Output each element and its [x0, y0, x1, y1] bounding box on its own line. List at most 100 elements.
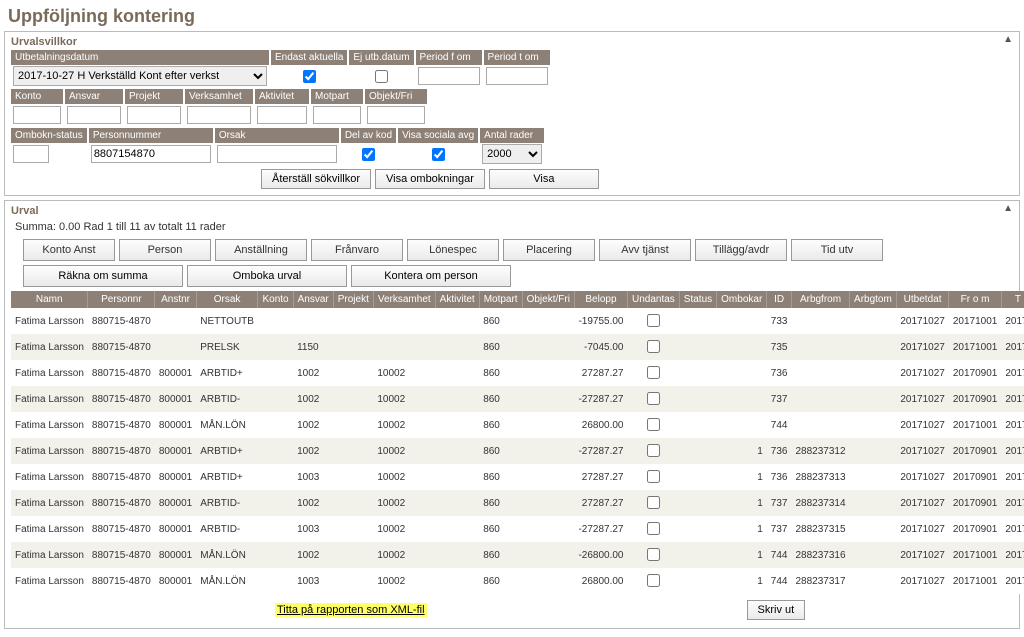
col-konto[interactable]: Konto — [258, 291, 293, 308]
undantas-checkbox[interactable] — [647, 418, 660, 431]
tab-fr-nvaro[interactable]: Frånvaro — [311, 239, 403, 261]
visa-button[interactable]: Visa — [489, 169, 599, 189]
ombokn-status-input[interactable] — [13, 145, 49, 163]
undantas-checkbox[interactable] — [647, 366, 660, 379]
label-motpart: Motpart — [311, 89, 363, 104]
ansvar-input[interactable] — [67, 106, 121, 124]
col-status[interactable]: Status — [679, 291, 716, 308]
col-namn[interactable]: Namn — [11, 291, 88, 308]
verksamhet-input[interactable] — [187, 106, 251, 124]
col-objekt-fri[interactable]: Objekt/Fri — [522, 291, 574, 308]
col-projekt[interactable]: Projekt — [333, 291, 373, 308]
period-f-om-input[interactable] — [418, 67, 480, 85]
tab-tid-utv[interactable]: Tid utv — [791, 239, 883, 261]
objekt-fri-input[interactable] — [367, 106, 425, 124]
label-del-av-kod: Del av kod — [341, 128, 396, 143]
del-av-kod-checkbox[interactable] — [362, 148, 375, 161]
summary-text: Summa: 0.00 Rad 1 till 11 av totalt 11 r… — [11, 219, 1013, 235]
rakna-om-button[interactable]: Räkna om summa — [23, 265, 183, 287]
undantas-checkbox[interactable] — [647, 314, 660, 327]
table-row[interactable]: Fatima Larsson880715-4870PRELSK1150860-7… — [11, 334, 1024, 360]
tab-avv-tj-nst[interactable]: Avv tjänst — [599, 239, 691, 261]
table-row[interactable]: Fatima Larsson880715-4870800001ARBTID-10… — [11, 386, 1024, 412]
ej-utb-datum-checkbox[interactable] — [375, 70, 388, 83]
aterstall-button[interactable]: Återställ sökvillkor — [261, 169, 371, 189]
urvalsvillkor-panel: ▲ Urvalsvillkor Utbetalningsdatum 2017-1… — [4, 31, 1020, 196]
collapse-icon[interactable]: ▲ — [1003, 203, 1013, 214]
table-row[interactable]: Fatima Larsson880715-4870800001MÅN.LÖN10… — [11, 412, 1024, 438]
table-row[interactable]: Fatima Larsson880715-4870800001ARBTID+10… — [11, 464, 1024, 490]
omboka-urval-button[interactable]: Omboka urval — [187, 265, 347, 287]
table-row[interactable]: Fatima Larsson880715-4870800001ARBTID-10… — [11, 516, 1024, 542]
tab-l-nespec[interactable]: Lönespec — [407, 239, 499, 261]
personnummer-input[interactable] — [91, 145, 211, 163]
label-orsak: Orsak — [215, 128, 339, 143]
table-row[interactable]: Fatima Larsson880715-4870800001MÅN.LÖN10… — [11, 568, 1024, 594]
col-ansvar[interactable]: Ansvar — [293, 291, 333, 308]
tab-person[interactable]: Person — [119, 239, 211, 261]
label-visa-sociala-avg: Visa sociala avg — [398, 128, 478, 143]
col-utbetdat[interactable]: Utbetdat — [896, 291, 949, 308]
label-antal-rader: Antal rader — [480, 128, 544, 143]
col-aktivitet[interactable]: Aktivitet — [435, 291, 479, 308]
col-verksamhet[interactable]: Verksamhet — [373, 291, 435, 308]
table-row[interactable]: Fatima Larsson880715-4870800001MÅN.LÖN10… — [11, 542, 1024, 568]
col-id[interactable]: ID — [767, 291, 792, 308]
period-t-om-input[interactable] — [486, 67, 548, 85]
kontera-om-person-button[interactable]: Kontera om person — [351, 265, 511, 287]
visa-ombokningar-button[interactable]: Visa ombokningar — [375, 169, 485, 189]
tab-konto-anst[interactable]: Konto Anst — [23, 239, 115, 261]
table-row[interactable]: Fatima Larsson880715-4870800001ARBTID+10… — [11, 360, 1024, 386]
table-row[interactable]: Fatima Larsson880715-4870800001ARBTID+10… — [11, 438, 1024, 464]
skriv-ut-button[interactable]: Skriv ut — [747, 600, 806, 620]
tab-anst-llning[interactable]: Anställning — [215, 239, 307, 261]
urval-title: Urval — [11, 205, 1013, 217]
urvalsvillkor-title: Urvalsvillkor — [11, 36, 1013, 48]
tab-placering[interactable]: Placering — [503, 239, 595, 261]
undantas-checkbox[interactable] — [647, 522, 660, 535]
table-row[interactable]: Fatima Larsson880715-4870NETTOUTB860-197… — [11, 308, 1024, 334]
col-arbgfrom[interactable]: Arbgfrom — [791, 291, 849, 308]
label-ombokn-status: Ombokn-status — [11, 128, 87, 143]
orsak-input[interactable] — [217, 145, 337, 163]
undantas-checkbox[interactable] — [647, 340, 660, 353]
label-projekt: Projekt — [125, 89, 183, 104]
label-ansvar: Ansvar — [65, 89, 123, 104]
label-utbetalningsdatum: Utbetalningsdatum — [11, 50, 269, 65]
label-verksamhet: Verksamhet — [185, 89, 253, 104]
col-arbgtom[interactable]: Arbgtom — [850, 291, 897, 308]
undantas-checkbox[interactable] — [647, 470, 660, 483]
motpart-input[interactable] — [313, 106, 361, 124]
col-motpart[interactable]: Motpart — [479, 291, 522, 308]
col-fr-o-m[interactable]: Fr o m — [949, 291, 1002, 308]
undantas-checkbox[interactable] — [647, 574, 660, 587]
col-undantas[interactable]: Undantas — [627, 291, 679, 308]
konto-input[interactable] — [13, 106, 61, 124]
label-ej-utb-datum: Ej utb.datum — [349, 50, 413, 65]
utbetalningsdatum-select[interactable]: 2017-10-27 H Verkställd Kont efter verks… — [13, 66, 267, 86]
undantas-checkbox[interactable] — [647, 496, 660, 509]
undantas-checkbox[interactable] — [647, 392, 660, 405]
col-anstnr[interactable]: Anstnr — [155, 291, 196, 308]
col-orsak[interactable]: Orsak — [196, 291, 258, 308]
table-row[interactable]: Fatima Larsson880715-4870800001ARBTID-10… — [11, 490, 1024, 516]
urval-panel: ▲ Urval Summa: 0.00 Rad 1 till 11 av tot… — [4, 200, 1020, 629]
xml-report-link[interactable]: Titta på rapporten som XML-fil — [275, 603, 427, 617]
undantas-checkbox[interactable] — [647, 444, 660, 457]
col-personnr[interactable]: Personnr — [88, 291, 155, 308]
col-belopp[interactable]: Belopp — [574, 291, 627, 308]
label-aktivitet: Aktivitet — [255, 89, 309, 104]
col-ombokar[interactable]: Ombokar — [717, 291, 767, 308]
collapse-icon[interactable]: ▲ — [1003, 34, 1013, 45]
projekt-input[interactable] — [127, 106, 181, 124]
aktivitet-input[interactable] — [257, 106, 307, 124]
page-title: Uppföljning kontering — [4, 4, 1020, 31]
label-period-f-om: Period f om — [416, 50, 482, 65]
undantas-checkbox[interactable] — [647, 548, 660, 561]
col-t-o-m[interactable]: T o m — [1001, 291, 1024, 308]
tab-till-gg-avdr[interactable]: Tillägg/avdr — [695, 239, 787, 261]
antal-rader-select[interactable]: 2000 — [482, 144, 542, 164]
label-objekt-fri: Objekt/Fri — [365, 89, 427, 104]
endast-aktuella-checkbox[interactable] — [303, 70, 316, 83]
visa-sociala-avg-checkbox[interactable] — [432, 148, 445, 161]
